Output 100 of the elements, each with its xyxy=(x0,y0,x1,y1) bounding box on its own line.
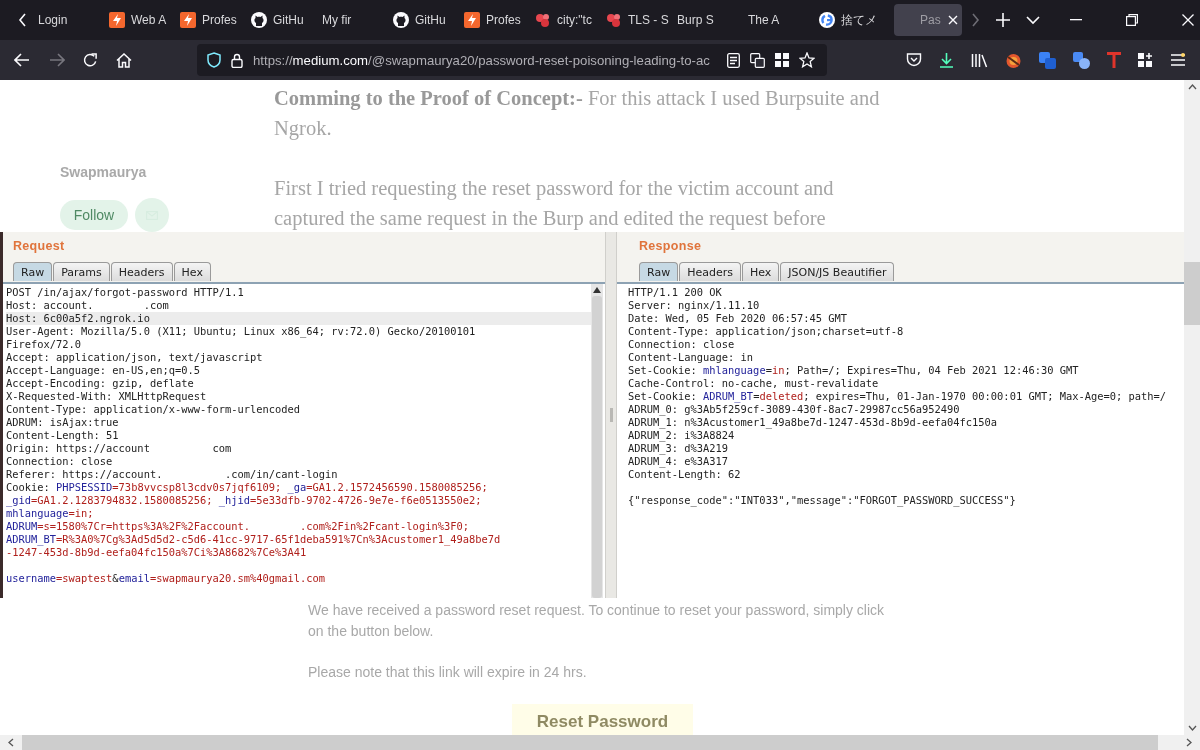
browser-tab[interactable]: TLS - S xyxy=(606,4,677,36)
view-tab[interactable]: Headers xyxy=(679,262,741,281)
code-line: Cookie: PHPSESSID=73b8vvcsp8l3cdv0s7jqf6109; _ga=GA1.2.1572456590.1580085256; xyxy=(6,481,489,494)
library-icon[interactable] xyxy=(971,52,988,68)
download-icon[interactable] xyxy=(939,52,954,68)
chevron-left-icon[interactable] xyxy=(18,13,28,27)
browser-tab[interactable]: Web A xyxy=(109,4,180,36)
code-line: Content-Language: in xyxy=(628,351,755,364)
plus-icon[interactable] xyxy=(996,13,1010,27)
reload-icon[interactable] xyxy=(83,52,98,68)
url-text: https://medium.com/@swapmaurya20/password-reset-poisoning-leading-to-ac xyxy=(253,52,711,68)
scroll-right-icon[interactable] xyxy=(1186,738,1192,747)
scroll-down-icon[interactable] xyxy=(1187,725,1197,731)
minimize-icon[interactable] xyxy=(1070,19,1082,21)
view-tab[interactable]: Hex xyxy=(173,262,211,281)
browser-tab[interactable]: Profes xyxy=(464,4,535,36)
chevron-down-icon[interactable] xyxy=(1026,15,1040,25)
reader-view-icon[interactable] xyxy=(727,52,740,68)
view-tab[interactable]: Raw xyxy=(13,262,53,281)
code-line: Connection: close xyxy=(6,455,114,468)
code-line: ADRUM_4: e%3A317 xyxy=(628,455,730,468)
scrollbar-thumb[interactable] xyxy=(592,296,602,598)
email-paragraph: Please note that this link will expire in 24 hrs. xyxy=(308,663,588,682)
browser-tab[interactable]: Pas xyxy=(894,4,962,36)
menu-icon[interactable] xyxy=(1170,53,1186,67)
back-icon[interactable] xyxy=(14,53,30,67)
code-line: _gid=GA1.2.1283794832.1580085256; _hjid=5e33dfb-9702-4726-9e7e-f6e0513550e2; xyxy=(6,494,483,507)
code-line: Content-Type: application/json;charset=utf-8 xyxy=(628,325,905,338)
code-line: User-Agent: Mozilla/5.0 (X11; Ubuntu; Linux x86_64; rv:72.0) Gecko/20100101 xyxy=(6,325,477,338)
browser-tab[interactable]: 捨てメ xyxy=(819,4,890,36)
t-shape-icon[interactable] xyxy=(1107,52,1121,68)
code-line: ADRUM: isAjax:true xyxy=(6,416,120,429)
translate-icon[interactable] xyxy=(1073,51,1090,69)
scrollbar[interactable] xyxy=(0,735,1200,750)
browser-tab[interactable]: city:"tc xyxy=(535,4,606,36)
code-line: ADRUM=s=1580%7Cr=https%3A%2F%2Faccount. .com%2Fin%2Fcant-login%3F0; xyxy=(6,520,470,533)
scroll-up-icon[interactable] xyxy=(593,287,601,293)
shield-icon[interactable] xyxy=(207,52,221,68)
cat-icon xyxy=(251,12,267,28)
code-line: Connection: close xyxy=(628,338,736,351)
extension-icon[interactable] xyxy=(1005,51,1022,69)
close-icon[interactable] xyxy=(948,15,958,25)
close-icon[interactable] xyxy=(1182,14,1194,26)
forward-icon[interactable] xyxy=(49,53,65,67)
code-line: ADRUM_2: i%3A8824 xyxy=(628,429,736,442)
lightning-icon xyxy=(180,12,196,28)
code-line: -1247-453d-8b9d-eefa04fc150a%7Ci%3A8682%7Ce%3A41 xyxy=(6,546,308,559)
code-line: Content-Length: 62 xyxy=(628,468,742,481)
code-line: Accept-Language: en-US,en;q=0.5 xyxy=(6,364,201,377)
view-tab[interactable]: Hex xyxy=(741,262,780,281)
home-icon[interactable] xyxy=(116,52,132,68)
grid-icon[interactable] xyxy=(775,53,789,67)
restore-icon[interactable] xyxy=(1126,14,1138,26)
code-line: ADRUM_1: n%3Acustomer1_49a8be7d-1247-453d-8b9d-eefa04fc150a xyxy=(628,416,999,429)
code-line: Host: account. .com xyxy=(6,299,170,312)
code-line: POST /in/ajax/forgot-password HTTP/1.1 xyxy=(6,286,245,299)
code-line: Firefox/72.0 xyxy=(6,338,83,351)
chevron-right-icon[interactable] xyxy=(970,13,980,27)
scrollbar[interactable] xyxy=(1184,80,1200,735)
code-line: username=swaptest&email=swapmaurya20.sm%40gmail.com xyxy=(6,572,327,585)
code-line: Date: Wed, 05 Feb 2020 06:57:45 GMT xyxy=(628,312,848,325)
browser-tab[interactable]: My fir xyxy=(322,4,393,36)
browser-tab[interactable]: GitHu xyxy=(393,4,464,36)
email-paragraph: We have received a password reset request. To continue to reset your password, simply click on the button below. xyxy=(308,601,886,641)
browser-tab[interactable]: Burp S xyxy=(677,4,748,36)
browser-tab[interactable]: GitHu xyxy=(251,4,322,36)
scroll-up-icon[interactable] xyxy=(1187,84,1197,90)
scrollbar[interactable] xyxy=(591,284,603,598)
panel-title: Request xyxy=(13,239,66,253)
browser-tab[interactable]: The A xyxy=(748,4,819,36)
lightning-icon xyxy=(464,12,480,28)
lightning-icon xyxy=(109,12,125,28)
lock-icon[interactable] xyxy=(231,52,243,68)
code-line: ADRUM_3: d%3A219 xyxy=(628,442,730,455)
view-tab[interactable]: Headers xyxy=(110,262,173,281)
cat-icon xyxy=(393,12,409,28)
code-line: Accept-Encoding: gzip, deflate xyxy=(6,377,195,390)
code-line: Cache-Control: no-cache, must-revalidate xyxy=(628,377,880,390)
view-tab[interactable]: JSON/JS Beautifier xyxy=(780,262,895,281)
follow-button[interactable]: Follow xyxy=(60,200,128,230)
dots-icon xyxy=(535,12,551,28)
pocket-icon[interactable] xyxy=(906,52,922,68)
ring-icon xyxy=(819,12,835,28)
scroll-left-icon[interactable] xyxy=(8,738,14,747)
extensions-icon[interactable] xyxy=(1138,52,1153,68)
browser-tab[interactable]: Profes xyxy=(180,4,251,36)
star-icon[interactable] xyxy=(799,52,815,68)
code-line: mhlanguage=in; xyxy=(6,507,95,520)
code-line: Set-Cookie: ADRUM_BT=deleted; expires=Thu, 01-Jan-1970 00:00:01 GMT; Max-Age=0; path=/ xyxy=(628,390,1168,403)
address-bar[interactable]: https://medium.com/@swapmaurya20/password-reset-poisoning-leading-to-ac xyxy=(197,44,827,76)
code-line: Accept: application/json, text/javascript xyxy=(6,351,264,364)
browser-tab[interactable]: Login xyxy=(38,4,109,36)
translate-icon[interactable] xyxy=(750,52,765,68)
scrollbar-thumb[interactable] xyxy=(1184,262,1200,325)
code-line: ADRUM_0: g%3Ab5f259cf-3089-430f-8ac7-29987cc56a952490 xyxy=(628,403,961,416)
view-tab[interactable]: Params xyxy=(53,262,110,281)
code-line: Server: nginx/1.11.10 xyxy=(628,299,761,312)
code-line: Content-Length: 51 xyxy=(6,429,120,442)
code-line: HTTP/1.1 200 OK xyxy=(628,286,723,299)
view-tab[interactable]: Raw xyxy=(639,262,679,281)
